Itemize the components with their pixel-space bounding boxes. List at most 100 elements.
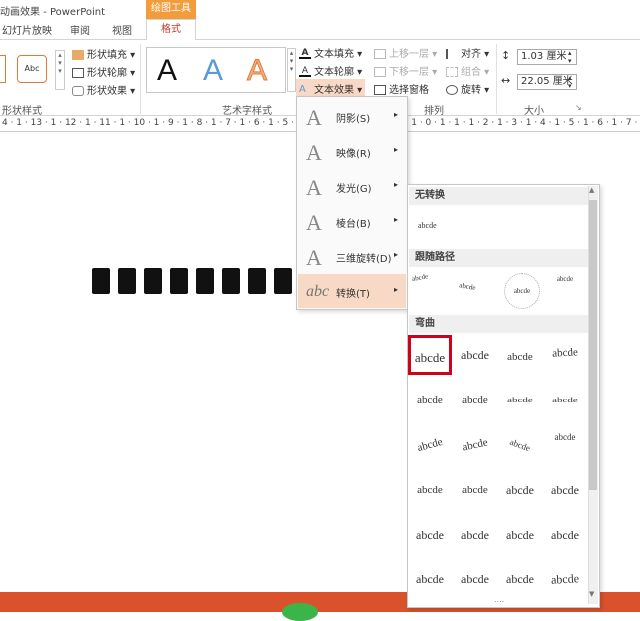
group-icon <box>446 67 458 77</box>
warp-item[interactable]: abcde <box>543 470 587 510</box>
title-bar: 动画效果 - PowerPoint <box>0 0 640 20</box>
warp-item[interactable]: abcde <box>453 380 497 420</box>
warp-item[interactable]: abcde <box>449 421 500 469</box>
wordart-gallery[interactable]: A A A <box>146 47 286 93</box>
warp-item[interactable]: abcde <box>543 425 587 465</box>
warp-item[interactable]: abcde <box>408 380 452 420</box>
warp-item[interactable]: abcde <box>453 559 497 599</box>
height-spinner[interactable]: ▴ ▾ <box>568 49 572 65</box>
send-backward-icon <box>374 67 386 77</box>
shape-style-sample-cut[interactable] <box>0 55 6 83</box>
shape-effect-button[interactable]: 形状效果 ▾ <box>72 82 135 97</box>
gallery-item-button[interactable]: abcde <box>546 273 584 309</box>
ribbon-tab-row: 幻灯片放映 审阅 视图 <box>0 19 640 40</box>
warp-item[interactable]: abcde <box>404 420 457 470</box>
tab-view[interactable]: 视图 <box>112 22 132 37</box>
text-effect-menu: A 阴影(S) ▸ A 映像(R) ▸ A 发光(G) ▸ A 棱台(B) ▸ A 三维旋转(D)… <box>296 96 408 310</box>
glow-icon: A <box>306 175 322 200</box>
width-spinner[interactable]: ▴ ▾ <box>568 74 572 90</box>
gallery-item-arch-up[interactable]: abcde <box>411 267 460 308</box>
shape-fill-button[interactable]: 形状填充 ▾ <box>72 46 135 61</box>
bring-forward-button[interactable]: 上移一层 ▾ <box>374 45 437 60</box>
warp-item[interactable]: abcde <box>542 332 588 374</box>
warp-item[interactable]: abcde <box>498 337 542 377</box>
align-button[interactable]: 对齐 ▾ <box>446 45 489 60</box>
text-block-shape[interactable] <box>144 268 162 294</box>
shape-style-sample[interactable]: Abc <box>17 55 47 83</box>
warp-item[interactable]: abcde <box>498 388 542 412</box>
warp-item[interactable]: abcde <box>408 515 452 555</box>
scroll-down-icon[interactable]: ▼ <box>589 590 594 598</box>
text-fill-icon: A <box>299 49 311 59</box>
text-block-shape[interactable] <box>118 268 136 294</box>
warp-item[interactable]: abcde <box>498 470 542 510</box>
gallery-header-follow-path: 跟随路径 <box>409 249 589 267</box>
wordart-orange-outline[interactable]: A <box>246 54 267 88</box>
warp-item[interactable]: abcde <box>408 559 452 599</box>
tab-slideshow[interactable]: 幻灯片放映 <box>2 22 52 37</box>
size-group-label: 大小 <box>524 106 544 117</box>
gallery-item-arch-down[interactable]: abcde <box>457 281 504 308</box>
warp-item[interactable]: abcde <box>492 419 547 472</box>
menu-item-3d-rotation[interactable]: A 三维旋转(D) ▸ <box>298 239 406 273</box>
text-effect-icon: A <box>299 84 306 95</box>
align-icon <box>446 49 458 59</box>
menu-item-shadow[interactable]: A 阴影(S) ▸ <box>298 99 406 133</box>
text-block-shape[interactable] <box>92 268 110 294</box>
scroll-up-icon[interactable]: ▲ <box>589 186 594 194</box>
text-block-shape[interactable] <box>196 268 214 294</box>
text-outline-button[interactable]: A 文本轮廓 ▾ <box>299 63 362 78</box>
selection-pane-button[interactable]: 选择窗格 <box>374 81 429 96</box>
warp-item[interactable]: abcde <box>498 515 542 555</box>
warp-item[interactable]: abcde <box>408 470 452 510</box>
wordart-blue[interactable]: A <box>203 54 223 88</box>
rotate-button[interactable]: 旋转 ▾ <box>446 81 489 96</box>
warp-item[interactable]: abcde <box>543 388 587 412</box>
shape-style-more-button[interactable]: ▴ ▾ ▾ <box>55 50 65 90</box>
menu-item-transform[interactable]: abc 转换(T) ▸ <box>298 274 406 308</box>
menu-item-reflection[interactable]: A 映像(R) ▸ <box>298 134 406 168</box>
height-icon: ↕ <box>501 49 511 62</box>
gallery-scroll-thumb[interactable] <box>589 200 597 490</box>
warp-item[interactable]: abcde <box>543 515 587 555</box>
status-indicator <box>282 603 318 621</box>
rotate-icon <box>446 85 458 95</box>
selection-pane-icon <box>374 85 386 95</box>
text-block-shape[interactable] <box>274 268 292 294</box>
pen-icon <box>72 68 84 78</box>
text-fill-button[interactable]: A 文本填充 ▾ <box>299 45 362 60</box>
text-block-shape[interactable] <box>170 268 188 294</box>
wordart-group-label: 艺术字样式 <box>222 106 272 117</box>
shape-style-group-label: 形状样式 <box>2 106 42 117</box>
gallery-item-no-transform[interactable]: abcde <box>418 221 437 230</box>
wordart-black[interactable]: A <box>157 54 177 88</box>
window-title: 动画效果 - PowerPoint <box>0 7 106 18</box>
context-tab-label: 绘图工具 <box>146 0 196 19</box>
warp-item[interactable]: abcde <box>498 559 542 599</box>
bring-forward-icon <box>374 49 386 59</box>
menu-item-glow[interactable]: A 发光(G) ▸ <box>298 169 406 203</box>
text-block-shape[interactable] <box>248 268 266 294</box>
warp-item[interactable]: abcde <box>542 558 588 600</box>
warp-item[interactable]: abcde <box>453 470 497 510</box>
send-backward-button[interactable]: 下移一层 ▾ <box>374 63 437 78</box>
text-block-shape[interactable] <box>222 268 240 294</box>
wordart-more-button[interactable]: ▴ ▾ ▾ <box>287 48 296 92</box>
warp-item-selected[interactable]: abcde <box>408 335 452 375</box>
divider <box>140 44 141 114</box>
shape-outline-button[interactable]: 形状轮廓 ▾ <box>72 64 135 79</box>
gallery-item-circle[interactable]: abcde <box>504 273 540 309</box>
tab-review[interactable]: 审阅 <box>70 22 90 37</box>
reflection-icon: A <box>306 140 322 165</box>
menu-item-bevel[interactable]: A 棱台(B) ▸ <box>298 204 406 238</box>
size-dialog-launcher-icon[interactable]: ↘ <box>575 103 582 112</box>
group-button[interactable]: 组合 ▾ <box>446 63 489 78</box>
warp-item[interactable]: abcde <box>453 335 497 375</box>
transform-gallery: 无转换 abcde 跟随路径 abcde abcde abcde abcde 弯… <box>407 184 600 608</box>
arrange-group-label: 排列 <box>424 106 444 117</box>
warp-item[interactable]: abcde <box>453 515 497 555</box>
transform-icon: abc <box>306 283 330 300</box>
tab-format[interactable]: 格式 <box>146 19 196 41</box>
gallery-resize-grip[interactable]: .... <box>494 595 504 604</box>
gallery-header-warp: 弯曲 <box>409 315 589 333</box>
